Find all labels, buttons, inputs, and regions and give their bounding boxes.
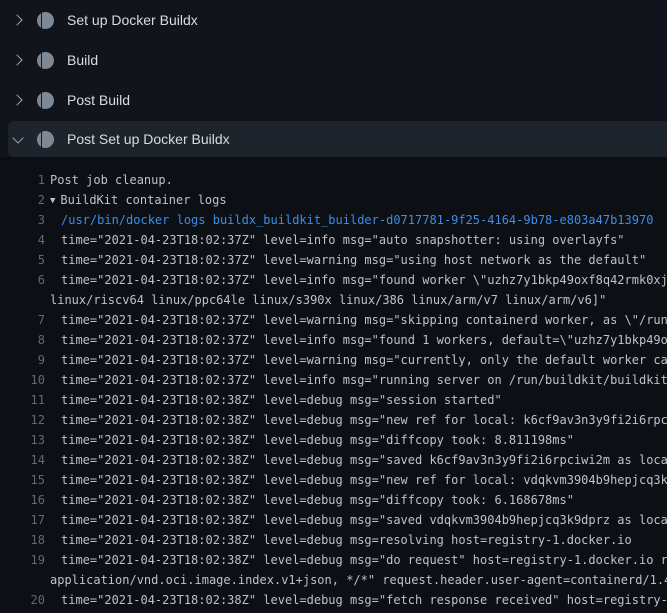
line-number[interactable]: 4 bbox=[0, 230, 45, 250]
log-line-text: time="2021-04-23T18:02:38Z" level=debug … bbox=[61, 550, 667, 570]
check-mark bbox=[41, 92, 42, 110]
log-row: application/vnd.oci.image.index.v1+json,… bbox=[0, 570, 667, 590]
log-row: 2 ▼BuildKit container logs bbox=[0, 190, 667, 210]
log-row: 7 time="2021-04-23T18:02:37Z" level=warn… bbox=[0, 310, 667, 330]
log-row: linux/riscv64 linux/ppc64le linux/s390x … bbox=[0, 290, 667, 310]
line-number[interactable]: 16 bbox=[0, 490, 45, 510]
line-number[interactable]: 1 bbox=[0, 170, 45, 190]
log-line-text: time="2021-04-23T18:02:38Z" level=debug … bbox=[61, 430, 667, 450]
log-row: 15 time="2021-04-23T18:02:38Z" level=deb… bbox=[0, 470, 667, 490]
line-number[interactable]: 9 bbox=[0, 350, 45, 370]
log-line-text: ▼BuildKit container logs bbox=[50, 190, 667, 210]
line-number[interactable]: 18 bbox=[0, 530, 45, 550]
line-number[interactable]: 6 bbox=[0, 270, 45, 290]
log-line-text: Post job cleanup. bbox=[50, 170, 667, 190]
log-line-text: application/vnd.oci.image.index.v1+json,… bbox=[50, 570, 667, 590]
log-row: 8 time="2021-04-23T18:02:37Z" level=info… bbox=[0, 330, 667, 350]
line-number[interactable]: 2 bbox=[0, 190, 45, 210]
log-row: 10 time="2021-04-23T18:02:37Z" level=inf… bbox=[0, 370, 667, 390]
step-row-post-build[interactable]: Post Build bbox=[0, 80, 667, 120]
log-row: 17 time="2021-04-23T18:02:38Z" level=deb… bbox=[0, 510, 667, 530]
log-line-text: time="2021-04-23T18:02:38Z" level=debug … bbox=[61, 390, 667, 410]
chevron-right-icon bbox=[11, 94, 22, 105]
log-line-text: time="2021-04-23T18:02:38Z" level=debug … bbox=[61, 450, 667, 470]
group-caret-icon[interactable]: ▼ bbox=[50, 196, 55, 206]
log-row: 9 time="2021-04-23T18:02:37Z" level=warn… bbox=[0, 350, 667, 370]
line-number[interactable]: 8 bbox=[0, 330, 45, 350]
line-number[interactable]: 5 bbox=[0, 250, 45, 270]
log-line-text: /usr/bin/docker logs buildx_buildkit_bui… bbox=[61, 210, 667, 230]
line-number[interactable]: 11 bbox=[0, 390, 45, 410]
log-line-text: time="2021-04-23T18:02:38Z" level=debug … bbox=[61, 410, 667, 430]
line-number[interactable]: 12 bbox=[0, 410, 45, 430]
chevron-right-icon bbox=[11, 54, 22, 65]
step-label: Post Build bbox=[67, 92, 130, 108]
log-row: 3 /usr/bin/docker logs buildx_buildkit_b… bbox=[0, 210, 667, 230]
check-circle-icon bbox=[37, 92, 54, 109]
log-line-text: time="2021-04-23T18:02:37Z" level=info m… bbox=[61, 270, 667, 290]
step-label: Post Set up Docker Buildx bbox=[67, 131, 230, 147]
log-row: 19 time="2021-04-23T18:02:38Z" level=deb… bbox=[0, 550, 667, 570]
step-label: Build bbox=[67, 52, 98, 68]
line-number[interactable]: 17 bbox=[0, 510, 45, 530]
log-line-text: time="2021-04-23T18:02:37Z" level=warnin… bbox=[61, 250, 667, 270]
log-line-text: time="2021-04-23T18:02:37Z" level=info m… bbox=[61, 330, 667, 350]
line-number[interactable] bbox=[0, 290, 45, 310]
log-line-text: time="2021-04-23T18:02:37Z" level=warnin… bbox=[61, 350, 667, 370]
check-mark bbox=[41, 12, 42, 30]
step-label: Set up Docker Buildx bbox=[67, 12, 198, 28]
log-row: 13 time="2021-04-23T18:02:38Z" level=deb… bbox=[0, 430, 667, 450]
log-row: 5 time="2021-04-23T18:02:37Z" level=warn… bbox=[0, 250, 667, 270]
log-line-text: time="2021-04-23T18:02:38Z" level=debug … bbox=[61, 590, 667, 610]
check-mark bbox=[41, 131, 42, 149]
line-number[interactable]: 19 bbox=[0, 550, 45, 570]
line-number[interactable]: 20 bbox=[0, 590, 45, 610]
log-row: 14 time="2021-04-23T18:02:38Z" level=deb… bbox=[0, 450, 667, 470]
log-row: 6 time="2021-04-23T18:02:37Z" level=info… bbox=[0, 270, 667, 290]
log-row: 4 time="2021-04-23T18:02:37Z" level=info… bbox=[0, 230, 667, 250]
log-line-text: time="2021-04-23T18:02:38Z" level=debug … bbox=[61, 490, 667, 510]
log-line-text: time="2021-04-23T18:02:38Z" level=debug … bbox=[61, 530, 667, 550]
log-line-text: time="2021-04-23T18:02:37Z" level=info m… bbox=[61, 370, 667, 390]
line-number[interactable]: 3 bbox=[0, 210, 45, 230]
line-number[interactable]: 13 bbox=[0, 430, 45, 450]
log-row: 16 time="2021-04-23T18:02:38Z" level=deb… bbox=[0, 490, 667, 510]
line-number[interactable]: 7 bbox=[0, 310, 45, 330]
check-circle-icon bbox=[37, 12, 54, 29]
log-lines: 1 Post job cleanup. 2 ▼BuildKit containe… bbox=[0, 157, 667, 613]
line-number[interactable] bbox=[0, 570, 45, 590]
log-line-text: time="2021-04-23T18:02:38Z" level=debug … bbox=[61, 510, 667, 530]
step-row-build[interactable]: Build bbox=[0, 40, 667, 80]
log-line-text: time="2021-04-23T18:02:37Z" level=info m… bbox=[61, 230, 667, 250]
log-row: 18 time="2021-04-23T18:02:38Z" level=deb… bbox=[0, 530, 667, 550]
step-row-set-up-docker-buildx[interactable]: Set up Docker Buildx bbox=[0, 0, 667, 40]
steps-list: Set up Docker Buildx Build Post Build Po… bbox=[0, 0, 667, 157]
line-number[interactable]: 14 bbox=[0, 450, 45, 470]
check-circle-icon bbox=[37, 131, 54, 148]
check-mark bbox=[41, 52, 42, 70]
log-row: 11 time="2021-04-23T18:02:38Z" level=deb… bbox=[0, 390, 667, 410]
log-row: 12 time="2021-04-23T18:02:38Z" level=deb… bbox=[0, 410, 667, 430]
chevron-down-icon bbox=[12, 132, 23, 143]
log-line-text: time="2021-04-23T18:02:37Z" level=warnin… bbox=[61, 310, 667, 330]
chevron-right-icon bbox=[11, 14, 22, 25]
line-number[interactable]: 10 bbox=[0, 370, 45, 390]
log-row: 1 Post job cleanup. bbox=[0, 170, 667, 190]
step-row-post-set-up-docker-buildx[interactable]: Post Set up Docker Buildx bbox=[8, 121, 667, 157]
log-row: 20 time="2021-04-23T18:02:38Z" level=deb… bbox=[0, 590, 667, 610]
line-number[interactable]: 15 bbox=[0, 470, 45, 490]
log-line-text: time="2021-04-23T18:02:38Z" level=debug … bbox=[61, 470, 667, 490]
check-circle-icon bbox=[37, 52, 54, 69]
log-line-text: linux/riscv64 linux/ppc64le linux/s390x … bbox=[50, 290, 667, 310]
